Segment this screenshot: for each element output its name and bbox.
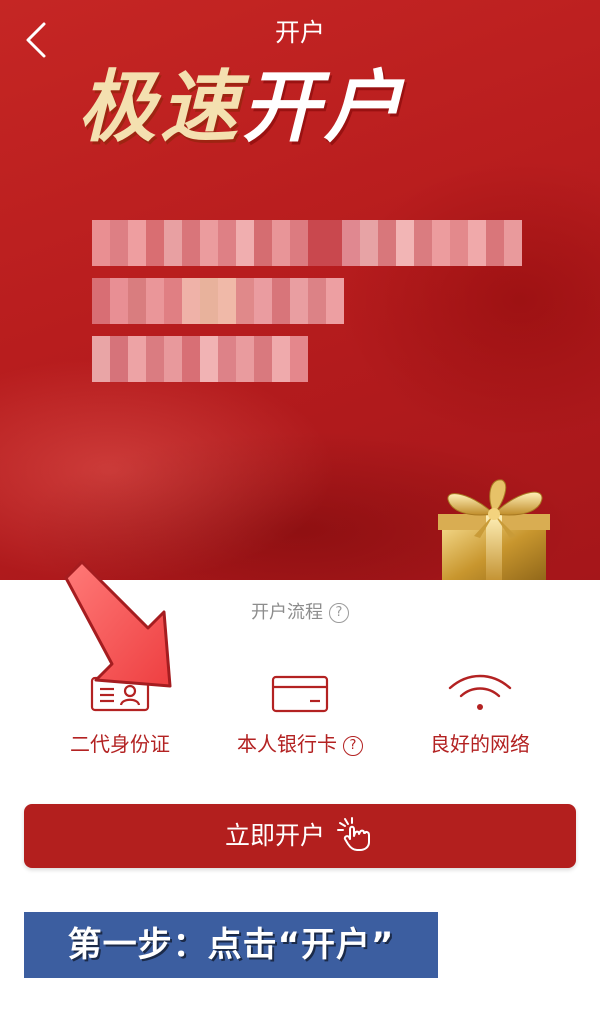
requirement-bank-card: 本人银行卡? bbox=[200, 672, 400, 758]
redacted-line bbox=[92, 220, 562, 266]
open-account-label: 立即开户 bbox=[224, 821, 325, 850]
tap-hand-icon bbox=[337, 817, 370, 851]
red-arrow-annotation bbox=[64, 560, 172, 688]
requirement-network: 良好的网络 bbox=[380, 672, 580, 758]
requirement-label: 良好的网络 bbox=[430, 732, 530, 756]
gift-box-decoration bbox=[438, 479, 550, 580]
redacted-promo-text bbox=[92, 220, 562, 400]
wifi-icon bbox=[448, 674, 512, 710]
requirement-label: 二代身份证 bbox=[70, 732, 170, 756]
redacted-line bbox=[92, 278, 562, 324]
requirement-label: 本人银行卡? bbox=[200, 730, 400, 758]
question-circle-icon[interactable]: ? bbox=[329, 603, 349, 623]
page-title: 开户 bbox=[274, 18, 325, 47]
process-label-text: 开户流程 bbox=[251, 602, 323, 623]
question-circle-icon[interactable]: ? bbox=[343, 735, 363, 756]
requirement-label-text: 本人银行卡 bbox=[237, 732, 337, 756]
tutorial-step-banner: 第一步：点击“开户” bbox=[24, 912, 438, 978]
hero-banner: 极速开户 开户 bbox=[0, 0, 600, 580]
hero-title-white: 开户 bbox=[242, 63, 407, 153]
hero-title-gold: 极速 bbox=[78, 63, 243, 153]
redacted-line bbox=[92, 336, 562, 382]
open-account-button[interactable]: 立即开户 bbox=[24, 804, 576, 868]
hero-title: 极速开户 bbox=[78, 58, 406, 158]
bank-card-icon bbox=[271, 675, 329, 713]
